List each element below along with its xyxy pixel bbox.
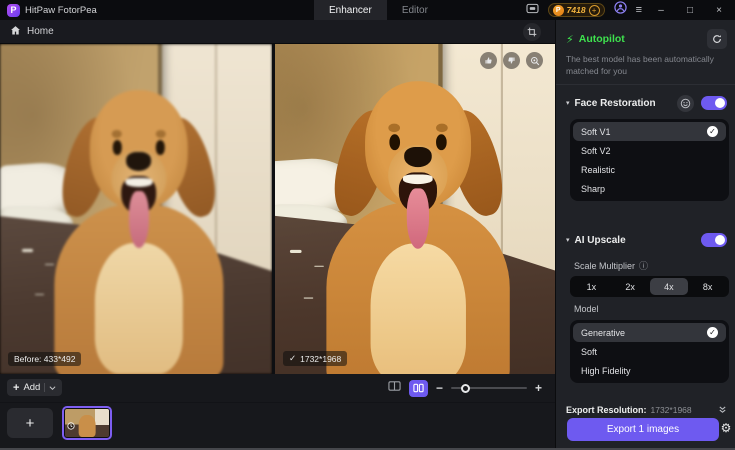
- face-preview-button[interactable]: [677, 94, 694, 112]
- zoom-slider[interactable]: [451, 382, 528, 394]
- smiley-icon: [680, 98, 691, 108]
- credits-badge[interactable]: P 7418 +: [547, 3, 605, 17]
- export-settings-gear-icon[interactable]: ⚙: [718, 421, 734, 435]
- thumbs-down-button[interactable]: [503, 52, 520, 69]
- app-title: HitPaw FotorPea: [25, 4, 97, 16]
- scale-4x[interactable]: 4x: [649, 278, 689, 295]
- before-photo: [0, 44, 272, 374]
- home-icon: [10, 23, 21, 41]
- image-viewer: Before: 433*492 ✓ 1732*1968: [0, 44, 555, 374]
- check-icon: ✓: [289, 353, 297, 363]
- thumbs-up-button[interactable]: [480, 52, 497, 69]
- zoom-out-button[interactable]: −: [436, 381, 443, 395]
- caret-down-icon: ▾: [566, 237, 570, 244]
- app-window: P HitPaw FotorPea Enhancer Editor P 7418…: [0, 0, 735, 450]
- titlebar-actions: P 7418 + ≡ – □ ×: [526, 0, 735, 20]
- workspace: Home Before: 433*492 ✓ 1732*1968 + Add −…: [0, 20, 555, 450]
- home-bar: Home: [0, 20, 555, 44]
- result-rating: [480, 52, 543, 69]
- thumbnail-strip: +: [0, 402, 555, 450]
- after-photo: [275, 44, 555, 374]
- face-restoration-toggle[interactable]: [701, 96, 727, 110]
- minimize-button[interactable]: –: [651, 5, 671, 16]
- zoom-slider-handle[interactable]: [461, 383, 471, 393]
- clock-icon: [67, 417, 75, 435]
- plus-icon: +: [13, 381, 20, 394]
- view-zoom-controls: − +: [388, 374, 542, 402]
- check-icon: ✓: [707, 126, 718, 137]
- refresh-button[interactable]: [707, 29, 727, 49]
- scale-2x[interactable]: 2x: [611, 278, 650, 295]
- side-by-side-icon: [413, 383, 424, 393]
- home-breadcrumb[interactable]: Home: [27, 26, 54, 37]
- split-view-icon: [388, 381, 401, 391]
- option-sharp[interactable]: Sharp: [573, 179, 726, 198]
- scale-1x[interactable]: 1x: [572, 278, 611, 295]
- close-button[interactable]: ×: [709, 5, 729, 16]
- model-generative[interactable]: Generative ✓: [573, 323, 726, 342]
- tab-enhancer[interactable]: Enhancer: [314, 0, 387, 20]
- scale-multiplier-label: Scale Multiplier ⓘ: [574, 259, 649, 272]
- autopilot-description: The best model has been automatically ma…: [566, 54, 714, 76]
- model-soft[interactable]: Soft: [573, 342, 726, 361]
- menu-icon[interactable]: ≡: [636, 4, 642, 16]
- maximize-button[interactable]: □: [680, 5, 700, 16]
- export-button[interactable]: Export 1 images: [567, 418, 719, 441]
- crop-icon: [527, 27, 537, 37]
- ai-upscale-toggle[interactable]: [701, 233, 727, 247]
- export-resolution-row: Export Resolution: 1732*1968: [566, 401, 727, 419]
- face-restoration-header[interactable]: ▾ Face Restoration: [566, 93, 727, 113]
- double-chevron-down-icon[interactable]: [718, 401, 727, 419]
- brand: P HitPaw FotorPea: [0, 3, 97, 17]
- face-restoration-options: Soft V1 ✓ Soft V2 Realistic Sharp: [570, 119, 729, 201]
- model-high-fidelity[interactable]: High Fidelity: [573, 361, 726, 380]
- option-soft-v2[interactable]: Soft V2: [573, 141, 726, 160]
- tab-editor[interactable]: Editor: [387, 0, 443, 20]
- check-icon: ✓: [707, 327, 718, 338]
- crop-button[interactable]: [523, 23, 541, 41]
- model-options: Generative ✓ Soft High Fidelity: [570, 320, 729, 383]
- info-icon[interactable]: ⓘ: [639, 259, 648, 272]
- after-size-label: ✓ 1732*1968: [283, 351, 348, 366]
- after-image-pane[interactable]: ✓ 1732*1968: [275, 44, 555, 374]
- bolt-icon: ⚡: [566, 33, 574, 46]
- thumbs-up-icon: [485, 57, 492, 64]
- titlebar: P HitPaw FotorPea Enhancer Editor P 7418…: [0, 0, 735, 20]
- app-logo-icon: P: [7, 3, 20, 17]
- magnifier-icon: [530, 56, 539, 65]
- scale-8x[interactable]: 8x: [688, 278, 727, 295]
- refresh-icon: [713, 35, 721, 43]
- zoom-in-button[interactable]: +: [535, 381, 542, 395]
- add-credits-icon[interactable]: +: [588, 4, 600, 16]
- credits-count: 7418: [566, 5, 586, 15]
- caret-down-icon: ▾: [566, 100, 570, 107]
- feedback-icon[interactable]: [526, 1, 539, 19]
- add-image-button[interactable]: + Add: [7, 379, 63, 396]
- main-tabs: Enhancer Editor: [314, 0, 443, 20]
- coin-icon: P: [552, 4, 564, 16]
- add-image-tile[interactable]: +: [7, 408, 53, 438]
- content: Home Before: 433*492 ✓ 1732*1968 + Add −…: [0, 20, 735, 450]
- magnifier-button[interactable]: [526, 52, 543, 69]
- model-label: Model: [574, 304, 599, 314]
- autopilot-title: Autopilot: [578, 33, 625, 45]
- before-size-label: Before: 433*492: [8, 352, 82, 366]
- autopilot-header: ⚡ Autopilot: [566, 29, 727, 49]
- side-by-side-view-button[interactable]: [409, 379, 428, 397]
- account-icon[interactable]: [613, 1, 627, 19]
- scale-multiplier-segment: 1x 2x 4x 8x: [570, 276, 729, 297]
- chevron-down-icon[interactable]: [49, 385, 56, 391]
- image-thumbnail[interactable]: [62, 406, 112, 440]
- option-soft-v1[interactable]: Soft V1 ✓: [573, 122, 726, 141]
- controls-bar: + Add − +: [0, 374, 555, 402]
- ai-upscale-header[interactable]: ▾ AI Upscale: [566, 230, 727, 250]
- before-image-pane[interactable]: Before: 433*492: [0, 44, 272, 374]
- thumbs-down-icon: [508, 57, 515, 64]
- option-realistic[interactable]: Realistic: [573, 160, 726, 179]
- single-view-button[interactable]: [388, 379, 401, 397]
- settings-panel: ⚡ Autopilot The best model has been auto…: [555, 20, 735, 450]
